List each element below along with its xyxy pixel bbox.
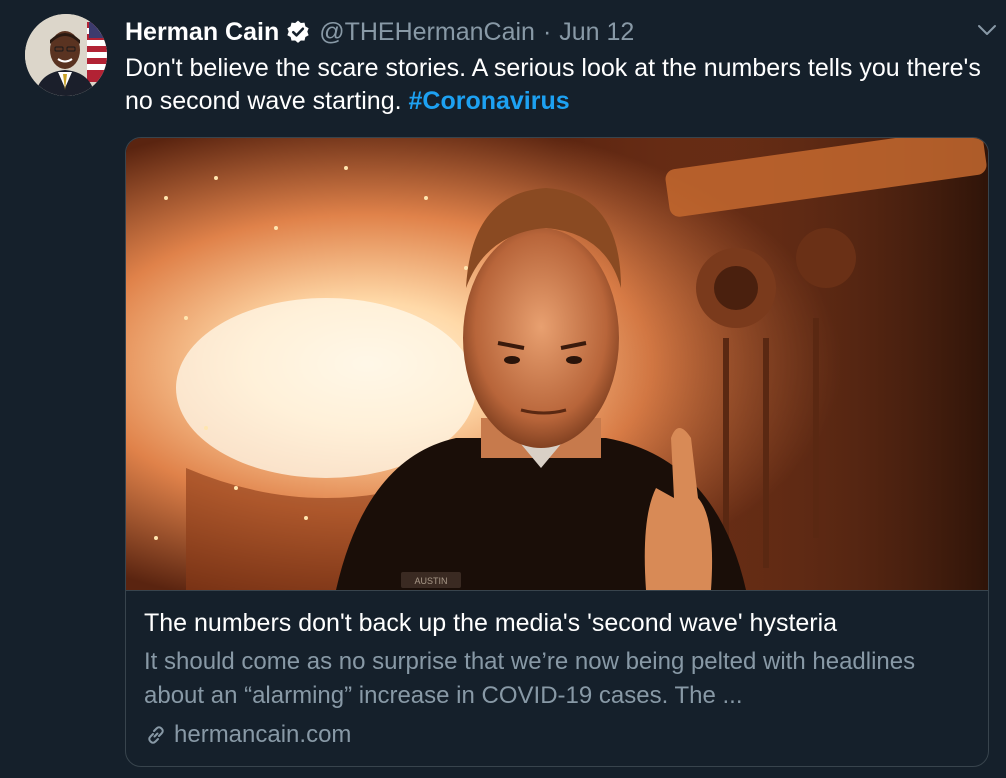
card-description: It should come as no surprise that we’re… xyxy=(144,648,916,709)
card-body[interactable]: The numbers don't back up the media's 's… xyxy=(126,590,988,766)
chevron-down-icon[interactable] xyxy=(976,22,998,38)
card-image[interactable]: AUSTIN xyxy=(126,138,988,590)
author-name[interactable]: Herman Cain xyxy=(125,18,279,47)
card-title[interactable]: The numbers don't back up the media's 's… xyxy=(144,609,974,638)
link-card[interactable]: AUSTIN The numbers don't back up the med… xyxy=(125,137,989,767)
link-icon xyxy=(148,726,164,744)
card-domain[interactable]: hermancain.com xyxy=(144,721,351,749)
avatar[interactable] xyxy=(25,14,107,96)
header-separator: · xyxy=(542,17,552,46)
author-handle[interactable]: @THEHermanCain xyxy=(319,18,535,47)
hashtag-link[interactable]: #Coronavirus xyxy=(409,87,570,115)
tweet-date[interactable]: Jun 12 xyxy=(559,18,634,47)
tweet-text: Don't believe the scare stories. A serio… xyxy=(125,52,985,118)
tweet-header: Herman Cain @THEHermanCain · Jun 12 xyxy=(125,16,986,48)
uniform-badge-text: AUSTIN xyxy=(414,576,447,586)
card-domain-text: hermancain.com xyxy=(174,721,352,748)
verified-badge-icon xyxy=(285,19,311,45)
